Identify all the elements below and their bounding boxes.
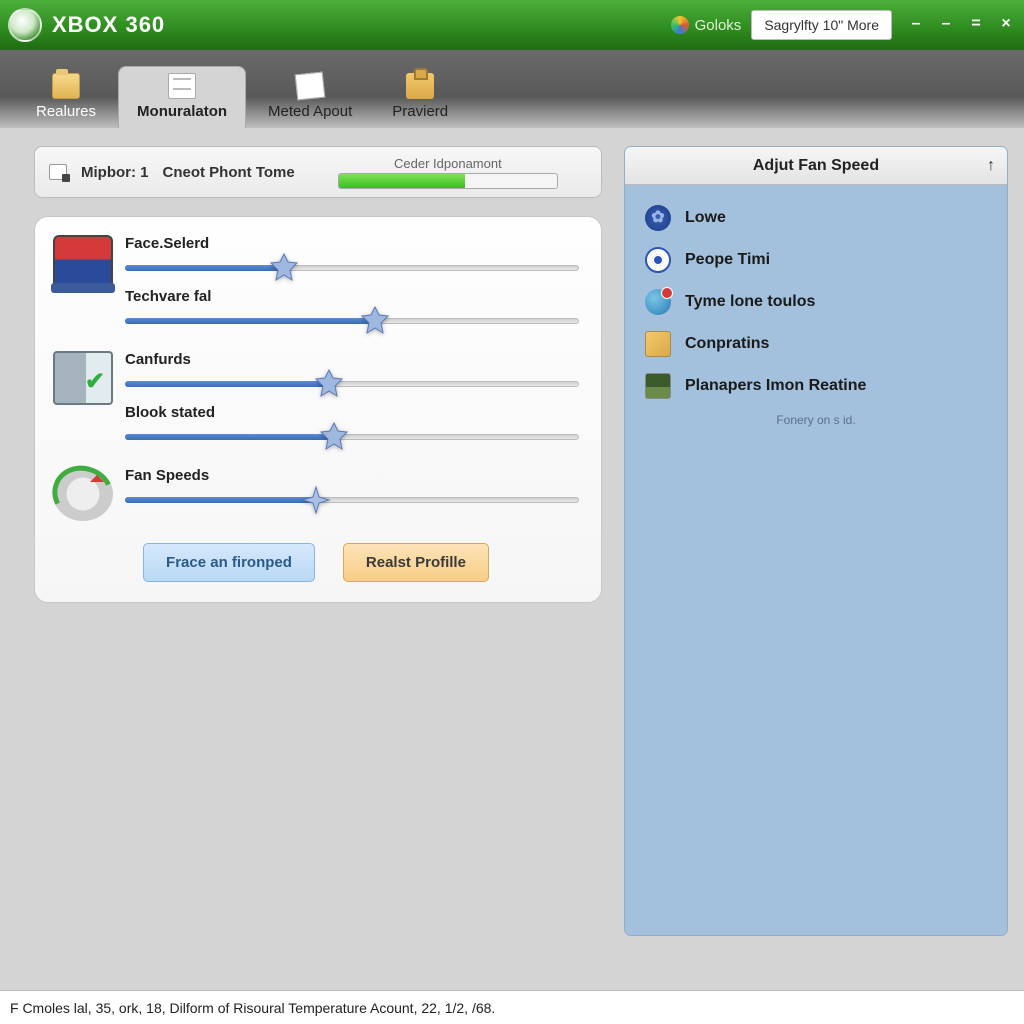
- panel-footer: Fonery on s id.: [641, 413, 991, 427]
- tab-monuralaton[interactable]: Monuralaton: [118, 66, 246, 128]
- console-icon: [53, 235, 113, 289]
- slider-label: Blook stated: [125, 404, 579, 421]
- clipboard-icon: [406, 73, 434, 99]
- slider-panel: Face.Selerd Techvare fal: [34, 216, 602, 603]
- slider-thumb-icon[interactable]: [268, 252, 300, 284]
- slider-label: Techvare fal: [125, 288, 579, 305]
- close-button[interactable]: ×: [996, 17, 1016, 33]
- panel-item-label: Lowe: [685, 209, 726, 227]
- slider-label: Face.Selerd: [125, 235, 579, 252]
- minimize-button[interactable]: –: [906, 17, 926, 33]
- main-area: Mipbor: 1 Cneot Phont Tome Ceder Idponam…: [0, 128, 1024, 988]
- panel-list: Lowe Peope Timi Tyme lone toulos Conprat…: [625, 185, 1007, 439]
- thumbnail-icon: [645, 331, 671, 357]
- brand-label: XBOX 360: [52, 12, 165, 38]
- side-panel: Adjut Fan Speed ↑ Lowe Peope Timi Tyme l…: [624, 146, 1008, 936]
- bottom-status-text: F Cmoles lal, 35, ork, 18, Dilform of Ri…: [10, 1000, 495, 1016]
- button-row: Frace an fironped Realst Profille: [53, 543, 579, 582]
- bottom-status-bar: F Cmoles lal, 35, ork, 18, Dilform of Ri…: [0, 990, 1024, 1024]
- tab-pravierd[interactable]: Pravierd: [374, 67, 466, 128]
- collapse-icon[interactable]: ↑: [987, 157, 995, 175]
- panel-item-conpratins[interactable]: Conpratins: [641, 323, 991, 365]
- slider-row-face: Face.Selerd Techvare fal: [53, 235, 579, 341]
- refresh-icon: [53, 467, 113, 521]
- tab-meted-apout[interactable]: Meted Apout: [250, 67, 370, 128]
- tab-realures[interactable]: Realures: [18, 67, 114, 128]
- slider-techvare[interactable]: [125, 309, 579, 333]
- panel-item-label: Planapers Imon Reatine: [685, 377, 866, 395]
- panel-item-peope[interactable]: Peope Timi: [641, 239, 991, 281]
- slider-fan-speeds[interactable]: [125, 488, 579, 512]
- slider-canfurds[interactable]: [125, 372, 579, 396]
- document-icon: [168, 73, 196, 99]
- panel-item-tyme[interactable]: Tyme lone toulos: [641, 281, 991, 323]
- mipbor-label: Mipbor: 1: [81, 164, 149, 181]
- tabstrip: Realures Monuralaton Meted Apout Pravier…: [0, 50, 1024, 128]
- panel-item-label: Tyme lone toulos: [685, 293, 815, 311]
- panel-item-planapers[interactable]: Planapers Imon Reatine: [641, 365, 991, 407]
- panel-header: Adjut Fan Speed ↑: [625, 147, 1007, 185]
- slider-thumb-icon[interactable]: [318, 421, 350, 453]
- right-column: Adjut Fan Speed ↑ Lowe Peope Timi Tyme l…: [624, 146, 1008, 988]
- progress-meta: Ceder Idponamont: [309, 156, 587, 189]
- slider-face[interactable]: [125, 256, 579, 280]
- tab-label: Monuralaton: [137, 103, 227, 120]
- server-icon: [53, 351, 113, 405]
- tab-label: Pravierd: [392, 103, 448, 120]
- panel-item-label: Conpratins: [685, 335, 769, 353]
- left-column: Mipbor: 1 Cneot Phont Tome Ceder Idponam…: [34, 146, 602, 988]
- profile-button[interactable]: Realst Profille: [343, 543, 489, 582]
- info-pill[interactable]: Sagrylfty 10" More: [751, 10, 892, 40]
- slider-label: Fan Speeds: [125, 467, 579, 484]
- tab-label: Meted Apout: [268, 103, 352, 120]
- frace-button[interactable]: Frace an fironped: [143, 543, 315, 582]
- phont-label: Cneot Phont Tome: [163, 164, 295, 181]
- status-bar: Mipbor: 1 Cneot Phont Tome Ceder Idponam…: [34, 146, 602, 198]
- device-icon: [49, 164, 67, 180]
- slider-thumb-icon[interactable]: [313, 368, 345, 400]
- goloks-label: Goloks: [695, 17, 742, 34]
- goloks-link[interactable]: Goloks: [671, 16, 742, 34]
- tab-label: Realures: [36, 103, 96, 120]
- maximize-button[interactable]: =: [966, 17, 986, 33]
- note-icon: [295, 72, 326, 101]
- folder-icon: [52, 73, 80, 99]
- progress-bar: [338, 173, 558, 189]
- goloks-icon: [671, 16, 689, 34]
- window-controls: – – = ×: [906, 17, 1016, 33]
- titlebar: XBOX 360 Goloks Sagrylfty 10" More – – =…: [0, 0, 1024, 50]
- photo-icon: [645, 373, 671, 399]
- restore-button[interactable]: –: [936, 17, 956, 33]
- slider-label: Canfurds: [125, 351, 579, 368]
- globe-icon: [645, 289, 671, 315]
- panel-item-lowe[interactable]: Lowe: [641, 197, 991, 239]
- ribbon-icon: [645, 247, 671, 273]
- slider-thumb-icon[interactable]: [300, 484, 332, 516]
- slider-blook[interactable]: [125, 425, 579, 449]
- slider-thumb-icon[interactable]: [359, 305, 391, 337]
- progress-label: Ceder Idponamont: [309, 156, 587, 171]
- panel-item-label: Peope Timi: [685, 251, 770, 269]
- progress-fill: [339, 174, 465, 188]
- gear-icon: [645, 205, 671, 231]
- slider-row-canfurds: Canfurds Blook stated: [53, 351, 579, 457]
- slider-row-fan: Fan Speeds: [53, 467, 579, 521]
- xbox-logo-icon: [8, 8, 42, 42]
- panel-title: Adjut Fan Speed: [753, 157, 879, 175]
